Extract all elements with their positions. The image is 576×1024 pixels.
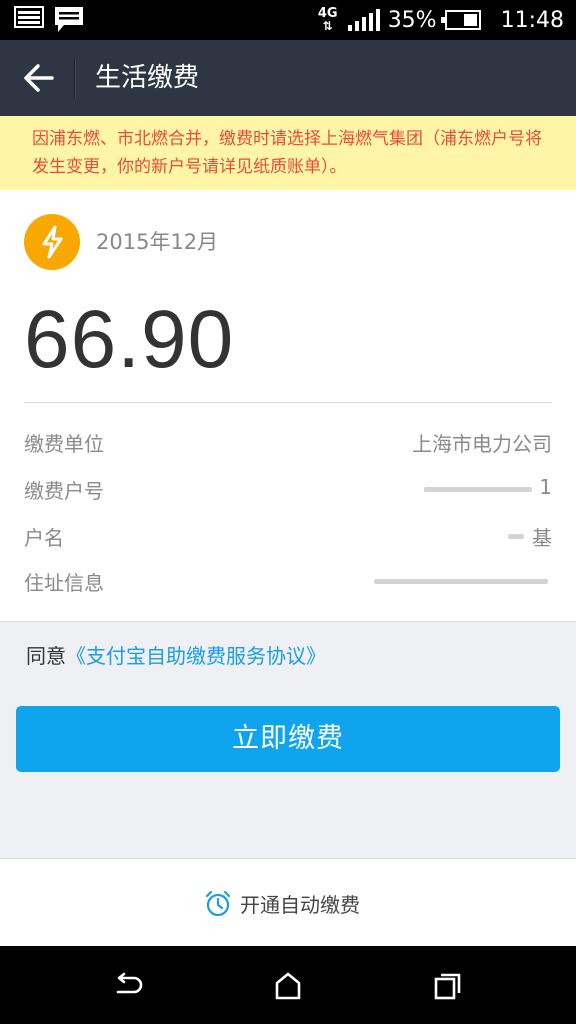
auto-pay-label: 开通自动缴费 [240, 893, 360, 917]
lightning-icon [24, 214, 80, 270]
network-indicator: 4G ⇅ [317, 6, 338, 33]
bill-card: 2015年12月 66.90 缴费单位 上海市电力公司 缴费户号 1 户名 基 … [0, 190, 576, 622]
row-label: 住址信息 [24, 571, 104, 595]
row-value: 基 [532, 526, 552, 550]
auto-pay-button[interactable]: 开通自动缴费 [204, 889, 360, 918]
info-row-address: 住址信息 [24, 563, 552, 599]
row-value: 1 [539, 475, 552, 499]
row-label: 缴费单位 [24, 432, 104, 456]
auto-pay-section: 开通自动缴费 [0, 858, 576, 946]
system-nav-bar [0, 946, 576, 1024]
recent-apps-nav-icon[interactable] [432, 970, 464, 1002]
battery-icon [440, 10, 481, 30]
header-divider [74, 58, 75, 98]
agreement-link[interactable]: 《支付宝自助缴费服务协议》 [66, 644, 326, 668]
redacted-bar [374, 579, 548, 584]
pay-now-button[interactable]: 立即缴费 [16, 706, 560, 772]
home-nav-icon[interactable] [272, 970, 304, 1002]
redacted-bar [508, 534, 524, 539]
page-title: 生活缴费 [95, 63, 200, 93]
row-label: 缴费户号 [24, 479, 104, 503]
card-divider [24, 402, 552, 403]
info-row-account: 缴费户号 1 [24, 471, 552, 507]
status-bar: 4G ⇅ 35% 11:48 [0, 0, 576, 40]
message-notification-icon [55, 7, 83, 32]
header-bar: 生活缴费 [0, 40, 576, 116]
signal-icon [347, 9, 380, 31]
info-row-payee: 缴费单位 上海市电力公司 [24, 424, 552, 460]
clock: 11:48 [500, 7, 564, 33]
alarm-clock-icon [205, 890, 231, 916]
bill-amount: 66.90 [24, 294, 235, 385]
back-arrow-icon[interactable] [22, 60, 54, 96]
bill-period: 2015年12月 [96, 230, 219, 254]
agreement-prefix: 同意 [26, 644, 66, 668]
redacted-bar [424, 487, 532, 492]
battery-percent: 35% [387, 7, 437, 33]
row-value: 上海市电力公司 [412, 432, 552, 456]
back-nav-icon[interactable] [112, 970, 144, 1002]
agreement-text: 同意《支付宝自助缴费服务协议》 [26, 640, 326, 669]
info-row-name: 户名 基 [24, 518, 552, 554]
row-label: 户名 [24, 526, 64, 550]
notice-banner: 因浦东燃、市北燃合并，缴费时请选择上海燃气集团（浦东燃户号将发生变更，你的新户号… [0, 116, 576, 190]
image-notification-icon [14, 6, 44, 28]
